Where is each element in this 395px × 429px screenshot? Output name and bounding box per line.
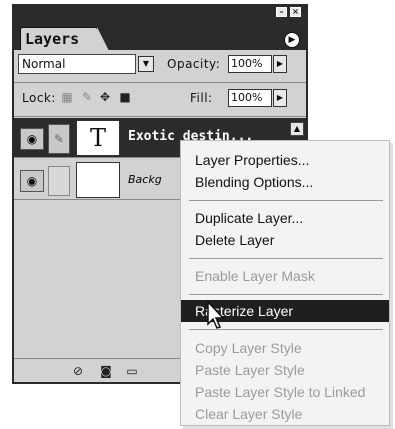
lock-all-icon[interactable]: ■ <box>118 90 132 104</box>
lock-position-icon[interactable]: ✥ <box>98 90 112 104</box>
scroll-up-icon[interactable]: ▲ <box>290 122 304 136</box>
tab-layers[interactable]: Layers <box>20 27 109 51</box>
menu-separator <box>189 258 383 259</box>
menu-separator <box>189 294 383 295</box>
opacity-slider-icon[interactable]: ▶ <box>273 55 287 73</box>
blend-row: Normal ▼ Opacity: 100% ▶ <box>14 54 306 76</box>
brush-icon[interactable]: ✎ <box>48 124 70 154</box>
new-set-icon[interactable]: ▭ <box>124 363 140 379</box>
menu-item-layer-properties[interactable]: Layer Properties... <box>181 149 389 171</box>
tab-row: Layers ▶ <box>14 18 306 51</box>
layer-context-menu: Layer Properties... Blending Options... … <box>180 140 390 426</box>
menu-item-blending-options[interactable]: Blending Options... <box>181 171 389 193</box>
fill-slider-icon[interactable]: ▶ <box>273 89 287 107</box>
divider <box>14 82 306 83</box>
eye-icon[interactable]: ◉ <box>20 128 44 150</box>
menu-item-delete-layer[interactable]: Delete Layer <box>181 229 389 251</box>
close-icon[interactable]: × <box>290 7 301 17</box>
layer-thumbnail: T <box>76 120 120 156</box>
minimize-icon[interactable]: – <box>276 7 287 17</box>
menu-item-duplicate-layer[interactable]: Duplicate Layer... <box>181 207 389 229</box>
lock-transparency-icon[interactable]: ▦ <box>60 90 74 104</box>
chevron-down-icon[interactable]: ▼ <box>138 56 154 72</box>
link-slot[interactable] <box>48 166 70 196</box>
divider <box>14 116 306 117</box>
layer-thumbnail <box>76 162 120 198</box>
menu-separator <box>189 200 383 201</box>
mouse-pointer-icon <box>207 300 225 329</box>
menu-item-enable-layer-mask[interactable]: Enable Layer Mask <box>181 265 389 287</box>
opacity-label: Opacity: <box>167 57 221 71</box>
opacity-field[interactable]: 100% <box>228 55 272 73</box>
layer-style-icon[interactable]: ⊘ <box>70 363 86 379</box>
lock-image-icon[interactable]: ✎ <box>80 90 94 104</box>
eye-icon[interactable]: ◉ <box>20 170 44 192</box>
palette-titlebar: – × <box>14 6 306 18</box>
lock-row: Lock: ▦ ✎ ✥ ■ Fill: 100% ▶ <box>14 88 306 110</box>
fill-label: Fill: <box>190 91 213 105</box>
stage: – × Layers ▶ Normal ▼ Opacity: 100% ▶ Lo… <box>0 0 395 429</box>
palette-menu-icon[interactable]: ▶ <box>284 32 300 48</box>
layer-name: Backg <box>128 173 162 186</box>
menu-item-copy-layer-style[interactable]: Copy Layer Style <box>181 337 389 359</box>
fill-field[interactable]: 100% <box>228 89 272 107</box>
mask-icon[interactable]: ◙ <box>98 363 114 379</box>
lock-label: Lock: <box>22 91 56 105</box>
menu-item-clear-layer-style[interactable]: Clear Layer Style <box>181 403 389 425</box>
menu-item-paste-layer-style-to-linked[interactable]: Paste Layer Style to Linked <box>181 381 389 403</box>
menu-item-paste-layer-style[interactable]: Paste Layer Style <box>181 359 389 381</box>
blend-mode-select[interactable]: Normal <box>18 54 136 74</box>
